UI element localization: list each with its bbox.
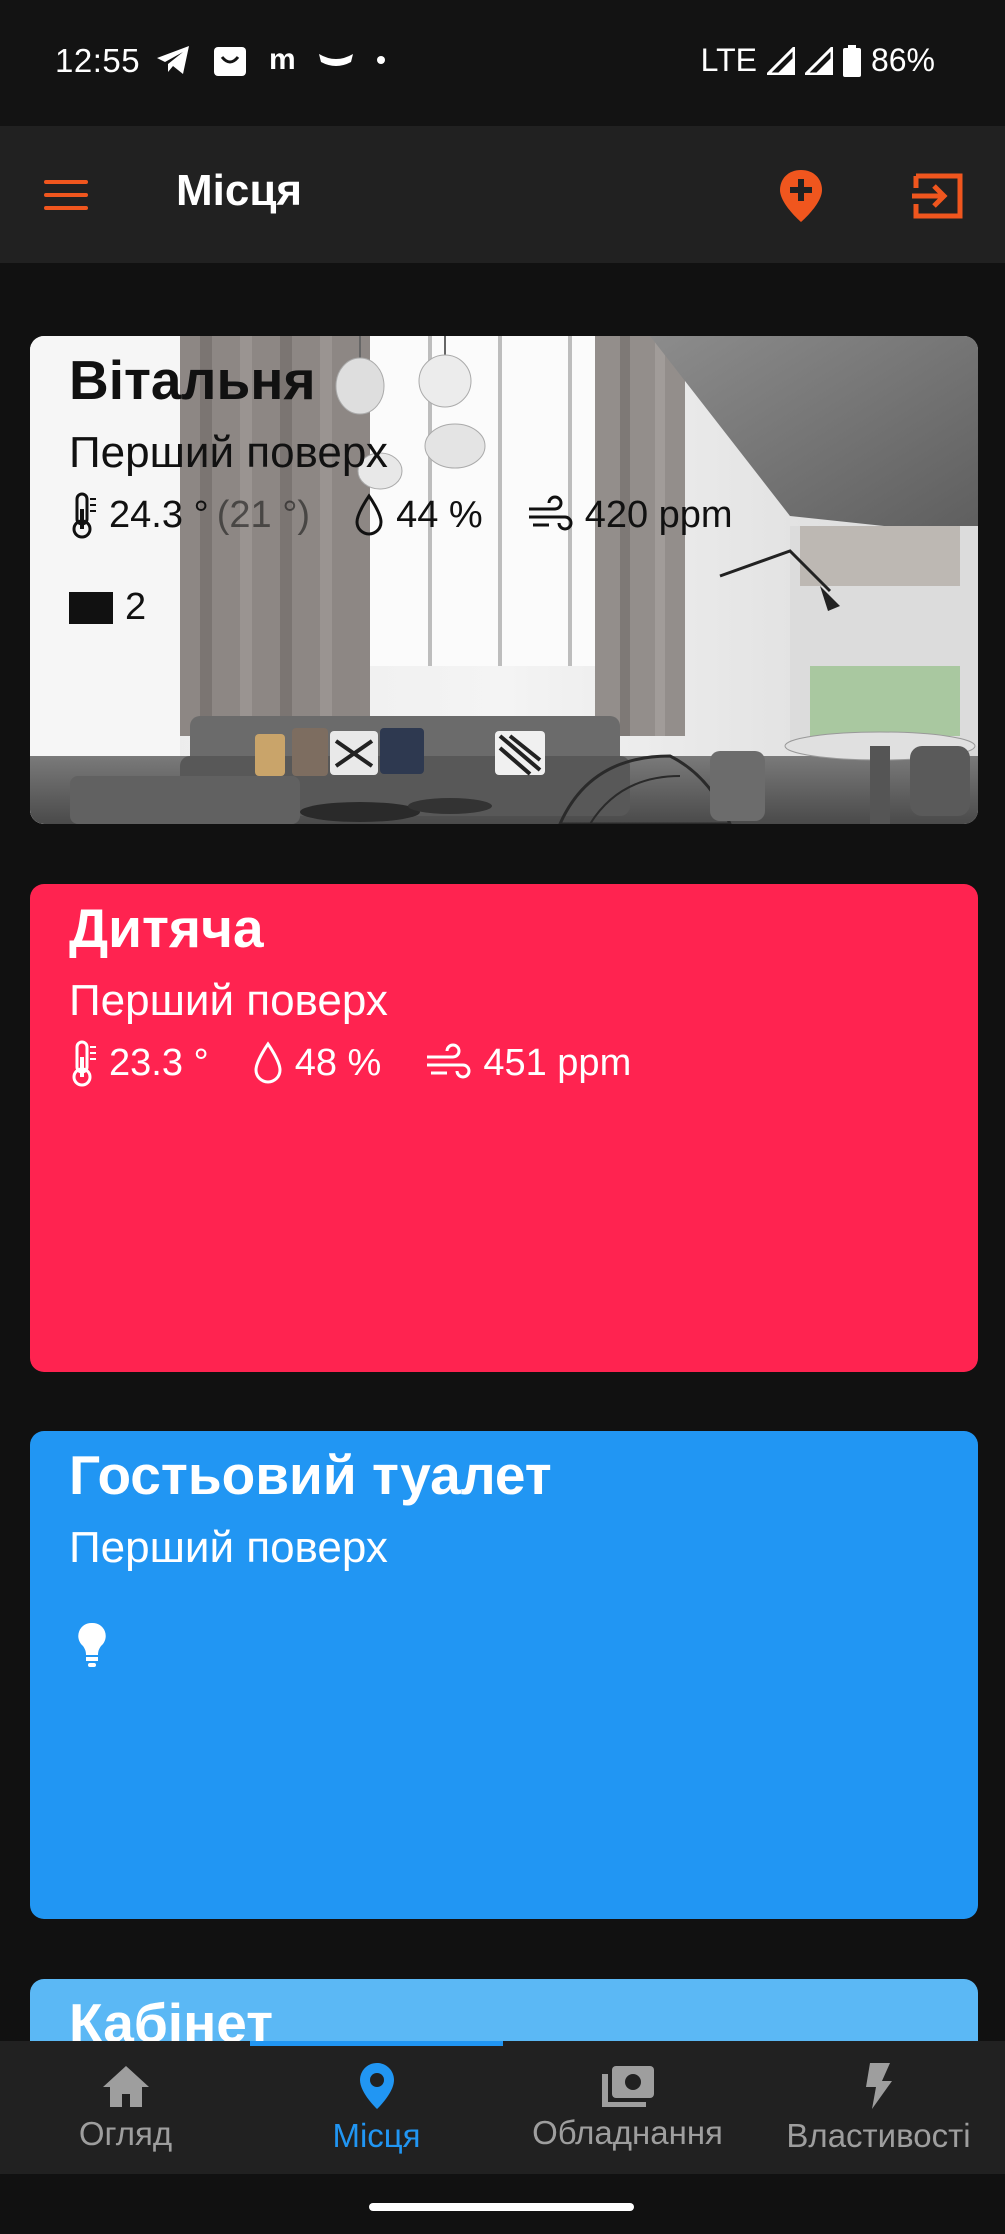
room-name: Кабінет [69, 1992, 274, 2041]
co2-stat: 420 ppm [527, 494, 733, 537]
signal-icon-2 [804, 46, 833, 75]
humidity-stat: 44 % [354, 493, 483, 537]
devices-icon [601, 2065, 654, 2107]
mask-icon [318, 42, 354, 78]
battery-level: 86% [870, 42, 935, 78]
lightbulb-icon [78, 1622, 106, 1667]
co2-value: 451 ppm [483, 1041, 632, 1084]
thermometer-icon [72, 492, 96, 539]
notification-icons: m [155, 42, 386, 78]
room-name: Гостьовий туалет [69, 1444, 552, 1506]
signal-icon [766, 46, 795, 75]
lightning-icon [865, 2062, 892, 2109]
telegram-icon [155, 42, 191, 78]
blinds-stat: 2 [69, 586, 146, 629]
app-bar: Місця [0, 126, 1005, 263]
logout-icon[interactable] [910, 170, 966, 222]
location-pin-icon [359, 2062, 394, 2109]
menu-icon-line [44, 206, 88, 210]
dot-icon [376, 42, 386, 78]
room-card-guest-toilet[interactable]: Гостьовий туалет Перший поверх [30, 1431, 978, 1919]
humidity-icon [355, 493, 383, 536]
nav-tab-label: Властивості [786, 2116, 971, 2154]
page-title: Місця [176, 166, 303, 215]
co2-value: 420 ppm [584, 493, 733, 536]
nav-tab-label: Обладнання [532, 2113, 723, 2151]
temperature-value: 24.3 ° [109, 493, 209, 536]
blinds-icon [69, 591, 113, 624]
nav-tab-label: Місця [332, 2116, 421, 2154]
temperature-stat: 23.3 ° [69, 1039, 209, 1087]
co2-stat: 451 ppm [425, 1042, 631, 1085]
status-time: 12:55 [55, 42, 141, 79]
battery-icon [842, 44, 861, 77]
rooms-list[interactable]: Вітальня Перший поверх 24.3 ° (21 °) 44 … [0, 263, 1005, 2041]
temperature-value: 23.3 ° [109, 1041, 209, 1084]
room-card-cabinet[interactable]: Кабінет [30, 1979, 978, 2041]
room-stats: 24.3 ° (21 °) 44 % 420 ppm [69, 491, 777, 539]
humidity-icon [254, 1041, 282, 1084]
blinds-count: 2 [125, 586, 147, 628]
room-card-kids-room[interactable]: Дитяча Перший поверх 23.3 ° 48 % 451 ppm [30, 884, 978, 1372]
system-status: LTE 86% [701, 42, 935, 79]
room-card-living-room[interactable]: Вітальня Перший поверх 24.3 ° (21 °) 44 … [30, 336, 978, 824]
room-floor: Перший поверх [69, 428, 388, 477]
humidity-stat: 48 % [253, 1041, 382, 1085]
menu-button[interactable] [44, 170, 94, 220]
status-bar: 12:55 m LTE 86% [0, 0, 1005, 126]
m-app-icon: m [269, 43, 296, 76]
room-floor: Перший поверх [69, 1523, 388, 1572]
wind-icon [427, 1043, 471, 1079]
nav-tab-properties[interactable]: Властивості [753, 2041, 1004, 2174]
menu-icon-line [44, 193, 88, 197]
nav-tab-devices[interactable]: Обладнання [502, 2041, 753, 2174]
home-gesture-bar[interactable] [369, 2203, 634, 2211]
network-label: LTE [700, 42, 757, 78]
menu-icon-line [44, 180, 88, 184]
nav-tab-places[interactable]: Місця [251, 2041, 502, 2174]
room-floor: Перший поверх [69, 976, 388, 1025]
nav-tab-overview[interactable]: Огляд [0, 2041, 251, 2174]
room-stats: 23.3 ° 48 % 451 ppm [69, 1039, 675, 1087]
add-location-icon[interactable] [775, 168, 827, 224]
humidity-value: 44 % [396, 493, 483, 536]
target-temperature: (21 °) [216, 493, 311, 536]
gesture-area [0, 2174, 1005, 2234]
active-tab-indicator [250, 2041, 503, 2046]
home-icon [102, 2065, 149, 2107]
wind-icon [528, 495, 573, 531]
room-name: Вітальня [69, 349, 316, 411]
room-name: Дитяча [69, 897, 264, 959]
humidity-value: 48 % [294, 1041, 382, 1084]
temperature-stat: 24.3 ° (21 °) [69, 491, 310, 539]
shopping-bag-icon [213, 42, 247, 78]
thermometer-icon [72, 1040, 96, 1087]
bottom-navigation: Огляд Місця Обладнання Властивості [0, 2041, 1005, 2174]
nav-tab-label: Огляд [78, 2114, 173, 2152]
